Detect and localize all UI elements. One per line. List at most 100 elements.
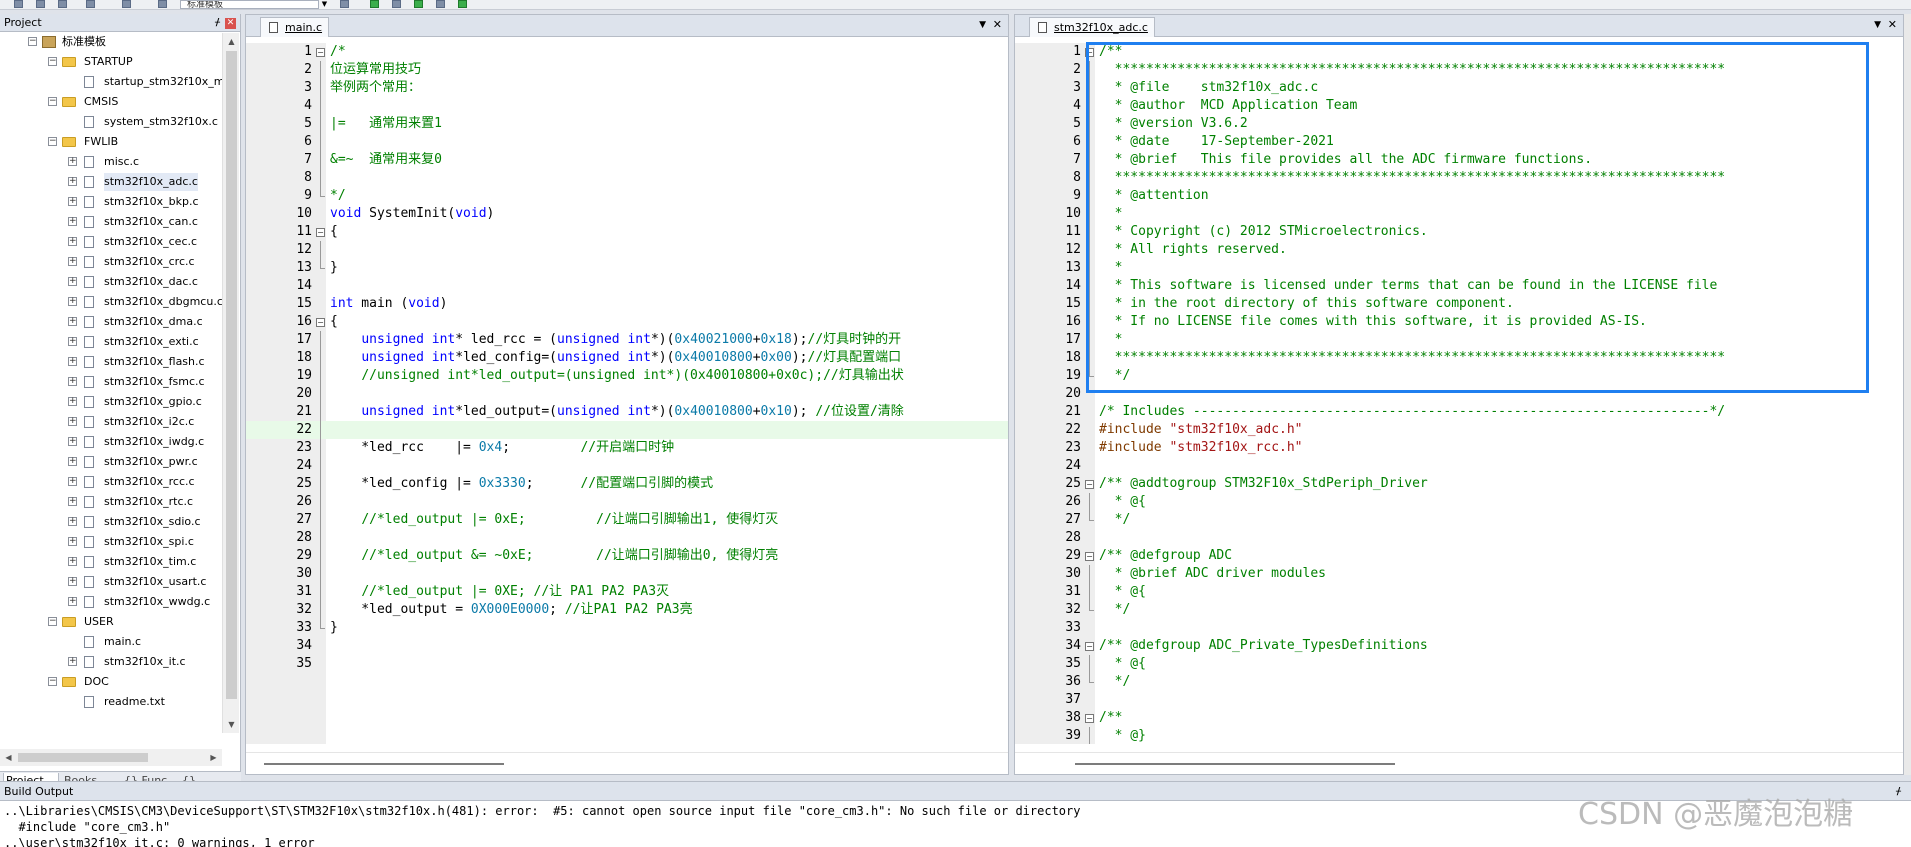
code-line[interactable]: 34 (246, 637, 1008, 655)
editor-horizontal-scrollbar[interactable] (246, 752, 1008, 774)
code-line[interactable]: 2 **************************************… (1015, 61, 1903, 79)
code-area[interactable]: 1−/** 2 *********************************… (1015, 43, 1903, 744)
code-line[interactable]: 1−/** (1015, 43, 1903, 61)
code-line[interactable]: 11−{ (246, 223, 1008, 241)
copy-icon[interactable] (392, 0, 401, 8)
scroll-thumb[interactable] (18, 753, 148, 762)
collapse-icon[interactable]: − (48, 97, 57, 106)
code-line[interactable]: 32 */ (1015, 601, 1903, 619)
scroll-left-icon[interactable]: ◀ (0, 749, 17, 766)
expand-icon[interactable]: + (68, 357, 77, 366)
code-line[interactable]: 13 * (1015, 259, 1903, 277)
code-line[interactable]: 32 *led_output = 0X000E0000; //让PA1 PA2 … (246, 601, 1008, 619)
expand-icon[interactable]: + (68, 517, 77, 526)
code-line[interactable]: 33} (246, 619, 1008, 637)
code-line[interactable]: 24 (1015, 457, 1903, 475)
collapse-icon[interactable]: − (48, 137, 57, 146)
expand-icon[interactable]: + (68, 537, 77, 546)
code-line[interactable]: 29−/** @defgroup ADC (1015, 547, 1903, 565)
code-line[interactable]: 6 * @date 17-September-2021 (1015, 133, 1903, 151)
project-tree[interactable]: −标准模板−STARTUPstartup_stm32f10x_md.s−CMSI… (0, 33, 222, 733)
expand-icon[interactable]: + (68, 297, 77, 306)
code-line[interactable]: 14 * This software is licensed under ter… (1015, 277, 1903, 295)
code-line[interactable]: 5 * @version V3.6.2 (1015, 115, 1903, 133)
code-line[interactable]: 27 //*led_output |= 0xE; //让端口引脚输出1, 使得灯… (246, 511, 1008, 529)
expand-icon[interactable]: + (68, 557, 77, 566)
code-line[interactable]: 35 * @{ (1015, 655, 1903, 673)
code-line[interactable]: 20 (246, 385, 1008, 403)
code-line[interactable]: 30 * @brief ADC driver modules (1015, 565, 1903, 583)
fold-toggle-icon[interactable]: − (316, 48, 325, 57)
expand-icon[interactable]: + (68, 577, 77, 586)
code-line[interactable]: 31 //*led_output |= 0XE; //让 PA1 PA2 PA3… (246, 583, 1008, 601)
options-icon[interactable] (340, 0, 349, 8)
expand-icon[interactable]: + (68, 477, 77, 486)
code-line[interactable]: 16−{ (246, 313, 1008, 331)
fold-toggle-icon[interactable]: − (316, 318, 325, 327)
code-line[interactable]: 36 */ (1015, 673, 1903, 691)
scroll-up-icon[interactable]: ▲ (223, 33, 240, 50)
scroll-thumb[interactable] (1075, 763, 1395, 765)
code-line[interactable]: 35 (246, 655, 1008, 673)
code-line[interactable]: 25−/** @addtogroup STM32F10x_StdPeriph_D… (1015, 475, 1903, 493)
expand-icon[interactable]: + (68, 317, 77, 326)
collapse-icon[interactable]: − (28, 37, 37, 46)
wand-icon[interactable] (436, 0, 445, 8)
code-line[interactable]: 5 |= 通常用来置1 (246, 115, 1008, 133)
target-select[interactable]: 标准模板 (180, 0, 330, 9)
scroll-thumb[interactable] (226, 51, 237, 699)
code-line[interactable]: 7 &=~ 通常用来复0 (246, 151, 1008, 169)
window-vertical-scrollbar[interactable] (1904, 14, 1911, 775)
code-line[interactable]: 6 (246, 133, 1008, 151)
expand-icon[interactable]: + (68, 157, 77, 166)
code-line[interactable]: 24 (246, 457, 1008, 475)
expand-icon[interactable]: + (68, 497, 77, 506)
code-line[interactable]: 17 unsigned int* led_rcc = (unsigned int… (246, 331, 1008, 349)
rebuild-icon[interactable] (122, 0, 131, 8)
code-line[interactable]: 18 *************************************… (1015, 349, 1903, 367)
collapse-icon[interactable]: − (48, 617, 57, 626)
fold-toggle-icon[interactable]: − (1085, 642, 1094, 651)
close-icon[interactable]: ✕ (225, 18, 236, 29)
fold-toggle-icon[interactable]: − (316, 228, 325, 237)
expand-icon[interactable]: + (68, 377, 77, 386)
print-icon[interactable] (58, 0, 67, 8)
code-line[interactable]: 20 (1015, 385, 1903, 403)
code-line[interactable]: 26 * @{ (1015, 493, 1903, 511)
code-line[interactable]: 13} (246, 259, 1008, 277)
code-line[interactable]: 29 //*led_output &= ~0xE; //让端口引脚输出0, 使得… (246, 547, 1008, 565)
pin-icon[interactable]: ᚋ (215, 17, 220, 29)
code-line[interactable]: 8 **************************************… (1015, 169, 1903, 187)
fold-toggle-icon[interactable]: − (1085, 714, 1094, 723)
expand-icon[interactable]: + (68, 177, 77, 186)
code-area[interactable]: 1−/* 2 位运算常用技巧 3 举例两个常用： 4 5 |= 通常用来置1 6 7 &=~ 通常用… (246, 43, 1008, 744)
code-line[interactable]: 28 (1015, 529, 1903, 547)
expand-icon[interactable]: + (68, 237, 77, 246)
save-icon[interactable] (14, 0, 23, 8)
code-line[interactable]: 8 (246, 169, 1008, 187)
code-line[interactable]: 3 * @file stm32f10x_adc.c (1015, 79, 1903, 97)
code-line[interactable]: 38−/** (1015, 709, 1903, 727)
code-line[interactable]: 10 * (1015, 205, 1903, 223)
code-line[interactable]: 21 /* Includes --------------------------… (1015, 403, 1903, 421)
code-line[interactable]: 19 */ (1015, 367, 1903, 385)
chevron-down-icon[interactable]: ▼ (979, 19, 986, 31)
code-line[interactable]: 19 //unsigned int*led_output=(unsigned i… (246, 367, 1008, 385)
code-line[interactable]: 1−/* (246, 43, 1008, 61)
code-line[interactable]: 33 (1015, 619, 1903, 637)
expand-icon[interactable]: + (68, 397, 77, 406)
code-line[interactable]: 22 #include "stm32f10x_adc.h" (1015, 421, 1903, 439)
expand-icon[interactable]: + (68, 597, 77, 606)
code-line[interactable]: 27 */ (1015, 511, 1903, 529)
code-line[interactable]: 23 #include "stm32f10x_rcc.h" (1015, 439, 1903, 457)
download-icon[interactable] (158, 0, 167, 8)
code-line[interactable]: 9 * @attention (1015, 187, 1903, 205)
tree-horizontal-scrollbar[interactable]: ◀ ▶ (0, 749, 222, 766)
expand-icon[interactable]: + (68, 197, 77, 206)
code-line[interactable]: 4 * @author MCD Application Team (1015, 97, 1903, 115)
code-line[interactable]: 16 * If no LICENSE file comes with this … (1015, 313, 1903, 331)
editor-horizontal-scrollbar[interactable] (1015, 752, 1903, 774)
code-line[interactable]: 15 * in the root directory of this softw… (1015, 295, 1903, 313)
code-line[interactable]: 25 *led_config |= 0x3330; //配置端口引脚的模式 (246, 475, 1008, 493)
expand-icon[interactable]: + (68, 337, 77, 346)
